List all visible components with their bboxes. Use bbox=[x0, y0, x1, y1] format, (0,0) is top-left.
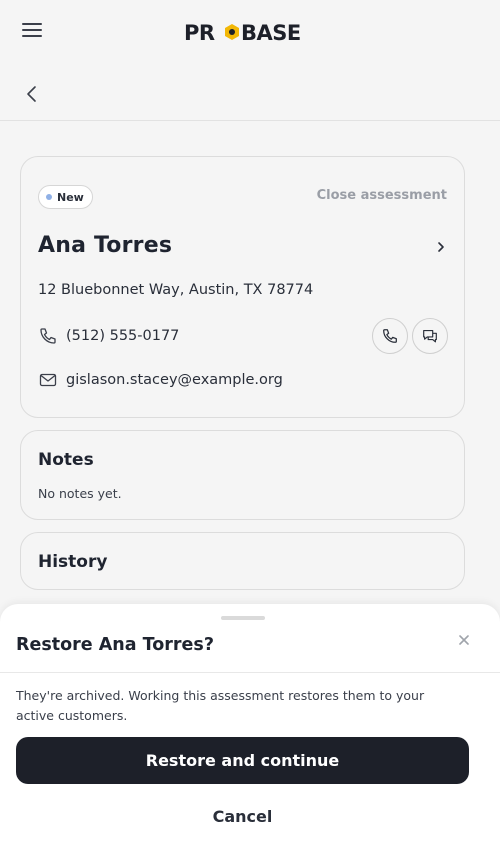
phone-link[interactable]: (512) 555-0177 bbox=[38, 324, 179, 348]
history-title: History bbox=[38, 552, 108, 572]
history-card[interactable]: History bbox=[20, 532, 465, 590]
probase-logo: PR BASE bbox=[180, 18, 320, 46]
status-badge-label: New bbox=[57, 190, 84, 204]
top-bar: PR BASE bbox=[0, 0, 500, 64]
notes-empty-text: No notes yet. bbox=[38, 486, 122, 501]
svg-text:PR: PR bbox=[184, 21, 215, 45]
restore-bottom-sheet: Restore Ana Torres? They're archived. Wo… bbox=[0, 604, 500, 845]
phone-number: (512) 555-0177 bbox=[66, 328, 180, 344]
customer-name: Ana Torres bbox=[38, 233, 173, 258]
sheet-title: Restore Ana Torres? bbox=[16, 635, 214, 655]
mail-icon bbox=[39, 373, 57, 387]
phone-icon bbox=[383, 329, 397, 343]
chevron-left-icon[interactable] bbox=[18, 80, 46, 108]
restore-and-continue-button[interactable]: Restore and continue bbox=[16, 737, 469, 784]
sheet-divider bbox=[0, 672, 500, 673]
back-bar bbox=[0, 64, 500, 121]
close-icon[interactable] bbox=[454, 630, 474, 650]
chevron-right-icon bbox=[434, 239, 448, 253]
hamburger-menu-icon[interactable] bbox=[22, 23, 44, 41]
phone-icon bbox=[40, 328, 56, 344]
notes-card[interactable]: Notes No notes yet. bbox=[20, 430, 465, 520]
sheet-message: They're archived. Working this assessmen… bbox=[16, 688, 425, 723]
customer-name-row[interactable]: Ana Torres bbox=[38, 233, 448, 263]
notes-title: Notes bbox=[38, 450, 94, 470]
status-badge: New bbox=[38, 185, 93, 209]
message-button[interactable] bbox=[412, 318, 448, 354]
svg-text:BASE: BASE bbox=[241, 21, 301, 45]
status-dot bbox=[46, 194, 52, 200]
close-assessment-link[interactable]: Close assessment bbox=[317, 188, 447, 203]
sheet-drag-handle[interactable] bbox=[221, 616, 265, 620]
call-button[interactable] bbox=[372, 318, 408, 354]
cancel-button[interactable]: Cancel bbox=[16, 802, 469, 830]
chat-icon bbox=[423, 330, 437, 343]
customer-address: 12 Bluebonnet Way, Austin, TX 78774 bbox=[38, 282, 314, 298]
email-address: gislason.stacey@example.org bbox=[66, 372, 283, 388]
email-link[interactable]: gislason.stacey@example.org bbox=[38, 368, 283, 392]
customer-card: New Close assessment Ana Torres 12 Blueb… bbox=[20, 156, 465, 418]
